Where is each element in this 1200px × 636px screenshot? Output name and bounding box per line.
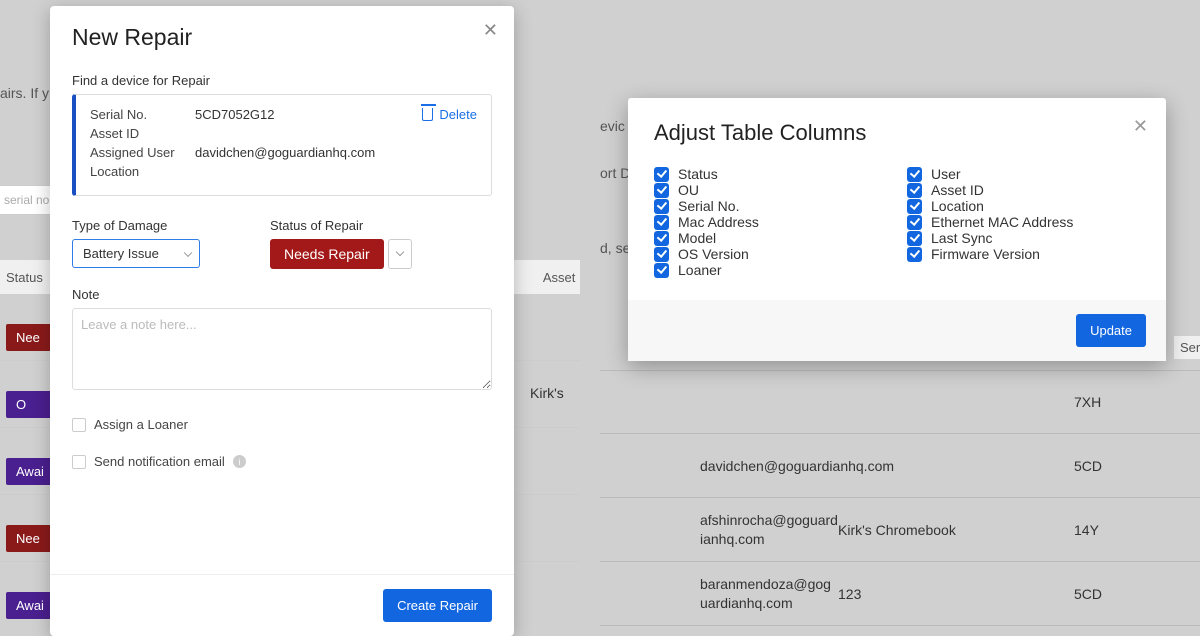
column-checkbox[interactable]	[654, 167, 669, 182]
column-checkbox[interactable]	[907, 231, 922, 246]
column-checkbox[interactable]	[907, 215, 922, 230]
repair-status-pill[interactable]: Needs Repair	[270, 239, 384, 269]
column-label: User	[931, 166, 961, 182]
column-label: Ethernet MAC Address	[931, 214, 1073, 230]
update-button[interactable]: Update	[1076, 314, 1146, 347]
column-label: OU	[678, 182, 699, 198]
close-icon[interactable]: ✕	[1133, 116, 1148, 137]
bg-header-serial: Seri	[1174, 336, 1200, 359]
trash-icon	[422, 108, 433, 121]
bg-status-badge: O	[6, 391, 56, 418]
new-repair-modal: ✕ New Repair Find a device for Repair De…	[50, 6, 514, 636]
chevron-down-icon	[184, 248, 192, 256]
column-label: Location	[931, 198, 984, 214]
delete-button[interactable]: Delete	[422, 107, 477, 122]
info-icon: i	[233, 455, 246, 468]
bg-text-fragment: airs. If y	[0, 85, 49, 101]
column-checkbox[interactable]	[654, 263, 669, 278]
repair-status-dropdown[interactable]	[388, 239, 412, 269]
column-label: Mac Address	[678, 214, 759, 230]
note-label: Note	[72, 287, 492, 302]
damage-type-dropdown[interactable]: Battery Issue	[72, 239, 200, 268]
bg-text-fragment: d, se	[600, 240, 630, 256]
column-label: Model	[678, 230, 716, 246]
column-label: Firmware Version	[931, 246, 1040, 262]
send-email-label: Send notification email	[94, 454, 225, 469]
status-label: Status of Repair	[270, 218, 412, 233]
column-checkbox[interactable]	[654, 215, 669, 230]
column-label: Loaner	[678, 262, 722, 278]
create-repair-button[interactable]: Create Repair	[383, 589, 492, 622]
close-icon[interactable]: ✕	[483, 20, 498, 41]
column-label: Serial No.	[678, 198, 739, 214]
columns-grid: Status OU Serial No. Mac Address Model O…	[628, 156, 1166, 300]
column-label: Status	[678, 166, 718, 182]
device-card: Delete Serial No.5CD7052G12 Asset ID Ass…	[72, 94, 492, 196]
column-checkbox[interactable]	[654, 231, 669, 246]
assign-loaner-label: Assign a Loaner	[94, 417, 188, 432]
column-checkbox[interactable]	[907, 167, 922, 182]
assign-loaner-checkbox[interactable]	[72, 418, 86, 432]
column-checkbox[interactable]	[654, 199, 669, 214]
send-email-checkbox[interactable]	[72, 455, 86, 469]
column-label: Last Sync	[931, 230, 992, 246]
adjust-columns-modal: ✕ Adjust Table Columns Status OU Serial …	[628, 98, 1166, 361]
column-checkbox[interactable]	[907, 199, 922, 214]
damage-label: Type of Damage	[72, 218, 200, 233]
bg-text-fragment: ort D	[600, 165, 630, 181]
bg-text-fragment: evic	[600, 118, 625, 134]
right-background-table: 7XH davidchen@goguardianhq.com 5CD afshi…	[600, 440, 1200, 626]
column-label: Asset ID	[931, 182, 984, 198]
column-checkbox[interactable]	[654, 183, 669, 198]
modal-title: Adjust Table Columns	[654, 120, 1140, 146]
chevron-down-icon	[395, 248, 403, 256]
column-checkbox[interactable]	[654, 247, 669, 262]
note-textarea[interactable]	[72, 308, 492, 390]
column-label: OS Version	[678, 246, 749, 262]
find-device-label: Find a device for Repair	[72, 73, 492, 88]
column-checkbox[interactable]	[907, 247, 922, 262]
modal-title: New Repair	[72, 24, 492, 51]
column-checkbox[interactable]	[907, 183, 922, 198]
